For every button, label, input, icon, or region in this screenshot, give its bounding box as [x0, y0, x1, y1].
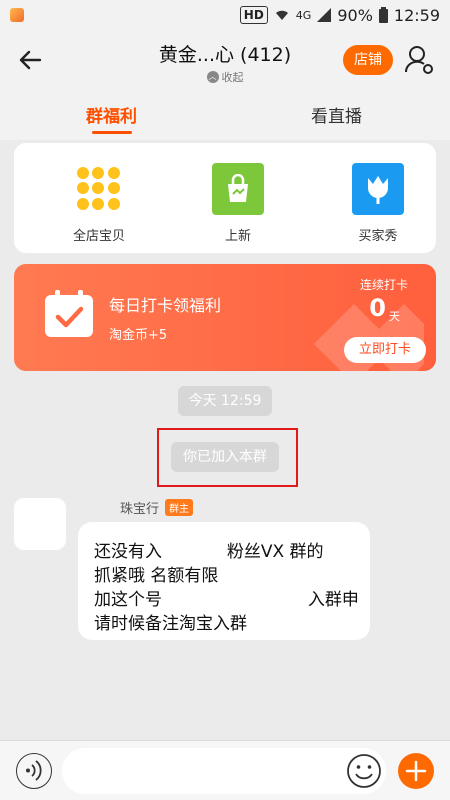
- message-bubble[interactable]: 还没有入 粉丝VX 群的 抓紧哦 名额有限 加这个号 入群申 请时候备注淘宝入群: [78, 522, 370, 640]
- message-line: 抓紧哦 名额有限: [94, 566, 219, 586]
- avatar[interactable]: [14, 498, 66, 550]
- chat-header: 黄金...心 (412) ︿ 收起 店铺: [0, 30, 450, 90]
- message-line: 加这个号 入群申: [94, 590, 359, 610]
- message-input[interactable]: [62, 748, 386, 794]
- streak-unit: 天: [389, 310, 400, 323]
- emoji-products-icon: [73, 163, 125, 215]
- checkin-title: 每日打卡领福利: [109, 296, 222, 315]
- chevron-up-icon: ︿: [206, 71, 219, 83]
- sender-name: 珠宝行: [120, 502, 160, 517]
- checkin-button[interactable]: 立即打卡: [344, 337, 426, 363]
- quick-link-label: 买家秀: [358, 229, 398, 244]
- tab-indicator: [92, 131, 132, 134]
- owner-badge: 群主: [165, 499, 194, 516]
- battery-percent: 90%: [337, 5, 373, 25]
- wifi-icon: [275, 10, 288, 20]
- tab-group-benefits[interactable]: 群福利: [86, 102, 137, 127]
- quick-link-label: 上新: [224, 229, 251, 244]
- hd-badge: HD: [239, 6, 268, 24]
- quick-link-new-arrivals[interactable]: 上新: [188, 163, 288, 244]
- plus-icon: [405, 760, 427, 782]
- quick-link-buyer-show[interactable]: 买家秀: [328, 163, 428, 244]
- voice-icon: [26, 760, 42, 781]
- sender-info: 珠宝行 群主: [120, 498, 194, 517]
- taobao-app-icon: [10, 8, 24, 22]
- add-attachment-button[interactable]: [398, 753, 434, 789]
- tab-bar: 群福利 看直播: [0, 90, 450, 140]
- message-timestamp: 今天 12:59: [178, 386, 272, 416]
- quick-link-label: 全店宝贝: [72, 229, 125, 244]
- battery-icon: [378, 7, 388, 23]
- message-line: 还没有入 粉丝VX 群的: [94, 542, 324, 562]
- checkin-reward: 淘金币+5: [109, 328, 168, 343]
- calendar-check-icon: [45, 290, 93, 337]
- status-bar: HD 4G 90% 12:59: [0, 0, 450, 30]
- group-settings-icon[interactable]: [404, 44, 434, 76]
- network-type: 4G: [295, 8, 312, 22]
- status-right: HD 4G 90% 12:59: [239, 5, 440, 25]
- system-message: 你已加入本群: [171, 442, 279, 472]
- quick-links-card: 全店宝贝 上新 买家秀: [14, 143, 436, 253]
- shopping-bag-icon: [212, 163, 264, 215]
- streak-label: 连续打卡: [359, 278, 408, 292]
- quick-link-all-items[interactable]: 全店宝贝: [49, 163, 149, 244]
- collapse-label: 收起: [221, 71, 244, 84]
- streak-count: 0: [369, 294, 386, 322]
- message-input-bar: [0, 740, 450, 800]
- shop-button[interactable]: 店铺: [343, 45, 393, 75]
- chat-area[interactable]: 今天 12:59 你已加入本群 珠宝行 群主 还没有入 粉丝VX 群的 抓紧哦 …: [0, 380, 450, 740]
- message-line: 请时候备注淘宝入群: [94, 614, 247, 634]
- emoji-icon[interactable]: [346, 753, 382, 789]
- tulip-icon: [352, 163, 404, 215]
- signal-icon: [317, 8, 332, 22]
- daily-checkin-banner: 每日打卡领福利 淘金币+5 连续打卡 0 天 立即打卡: [14, 264, 436, 371]
- tab-live[interactable]: 看直播: [311, 102, 362, 127]
- clock: 12:59: [393, 5, 440, 25]
- voice-input-button[interactable]: [16, 753, 52, 789]
